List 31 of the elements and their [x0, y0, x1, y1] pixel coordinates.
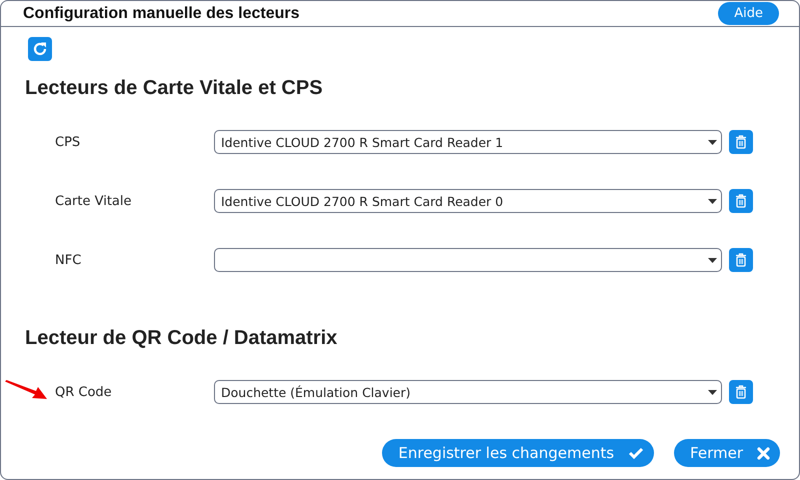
- trash-icon: [735, 194, 747, 208]
- save-button[interactable]: Enregistrer les changements: [382, 439, 654, 467]
- check-icon: [628, 447, 644, 459]
- trash-icon: [735, 135, 747, 149]
- trash-icon: [735, 385, 747, 399]
- delete-button[interactable]: [729, 380, 753, 404]
- caret-icon: [708, 390, 717, 394]
- field-label: Carte Vitale: [55, 194, 133, 208]
- field-label: QR Code: [55, 384, 113, 400]
- trash-icon: [735, 253, 747, 267]
- close-icon: [757, 446, 770, 460]
- caret-icon: [708, 258, 717, 262]
- pointer-arrow: [5, 380, 49, 400]
- field-label: CPS: [55, 134, 82, 150]
- close-button[interactable]: Fermer: [674, 439, 780, 467]
- reader-dropdown[interactable]: [214, 248, 722, 272]
- delete-button[interactable]: [729, 248, 753, 272]
- window-title: Configuration manuelle des lecteurs: [23, 4, 300, 22]
- delete-button[interactable]: [729, 189, 753, 213]
- reader-dropdown[interactable]: Identive CLOUD 2700 R Smart Card Reader 1: [214, 130, 722, 154]
- delete-button[interactable]: [729, 130, 753, 154]
- section-heading: Lecteur de QR Code / Datamatrix: [25, 327, 338, 350]
- refresh-button[interactable]: [28, 37, 52, 61]
- help-button[interactable]: Aide: [718, 2, 779, 25]
- field-label: NFC: [55, 252, 82, 268]
- caret-icon: [708, 140, 717, 144]
- section-heading: Lecteurs de Carte Vitale et CPS: [25, 77, 324, 100]
- caret-icon: [708, 198, 717, 204]
- reader-dropdown[interactable]: Identive CLOUD 2700 R Smart Card Reader 0: [214, 189, 722, 213]
- refresh-icon: [32, 41, 48, 57]
- reader-dropdown[interactable]: Douchette (Émulation Clavier): [214, 380, 722, 404]
